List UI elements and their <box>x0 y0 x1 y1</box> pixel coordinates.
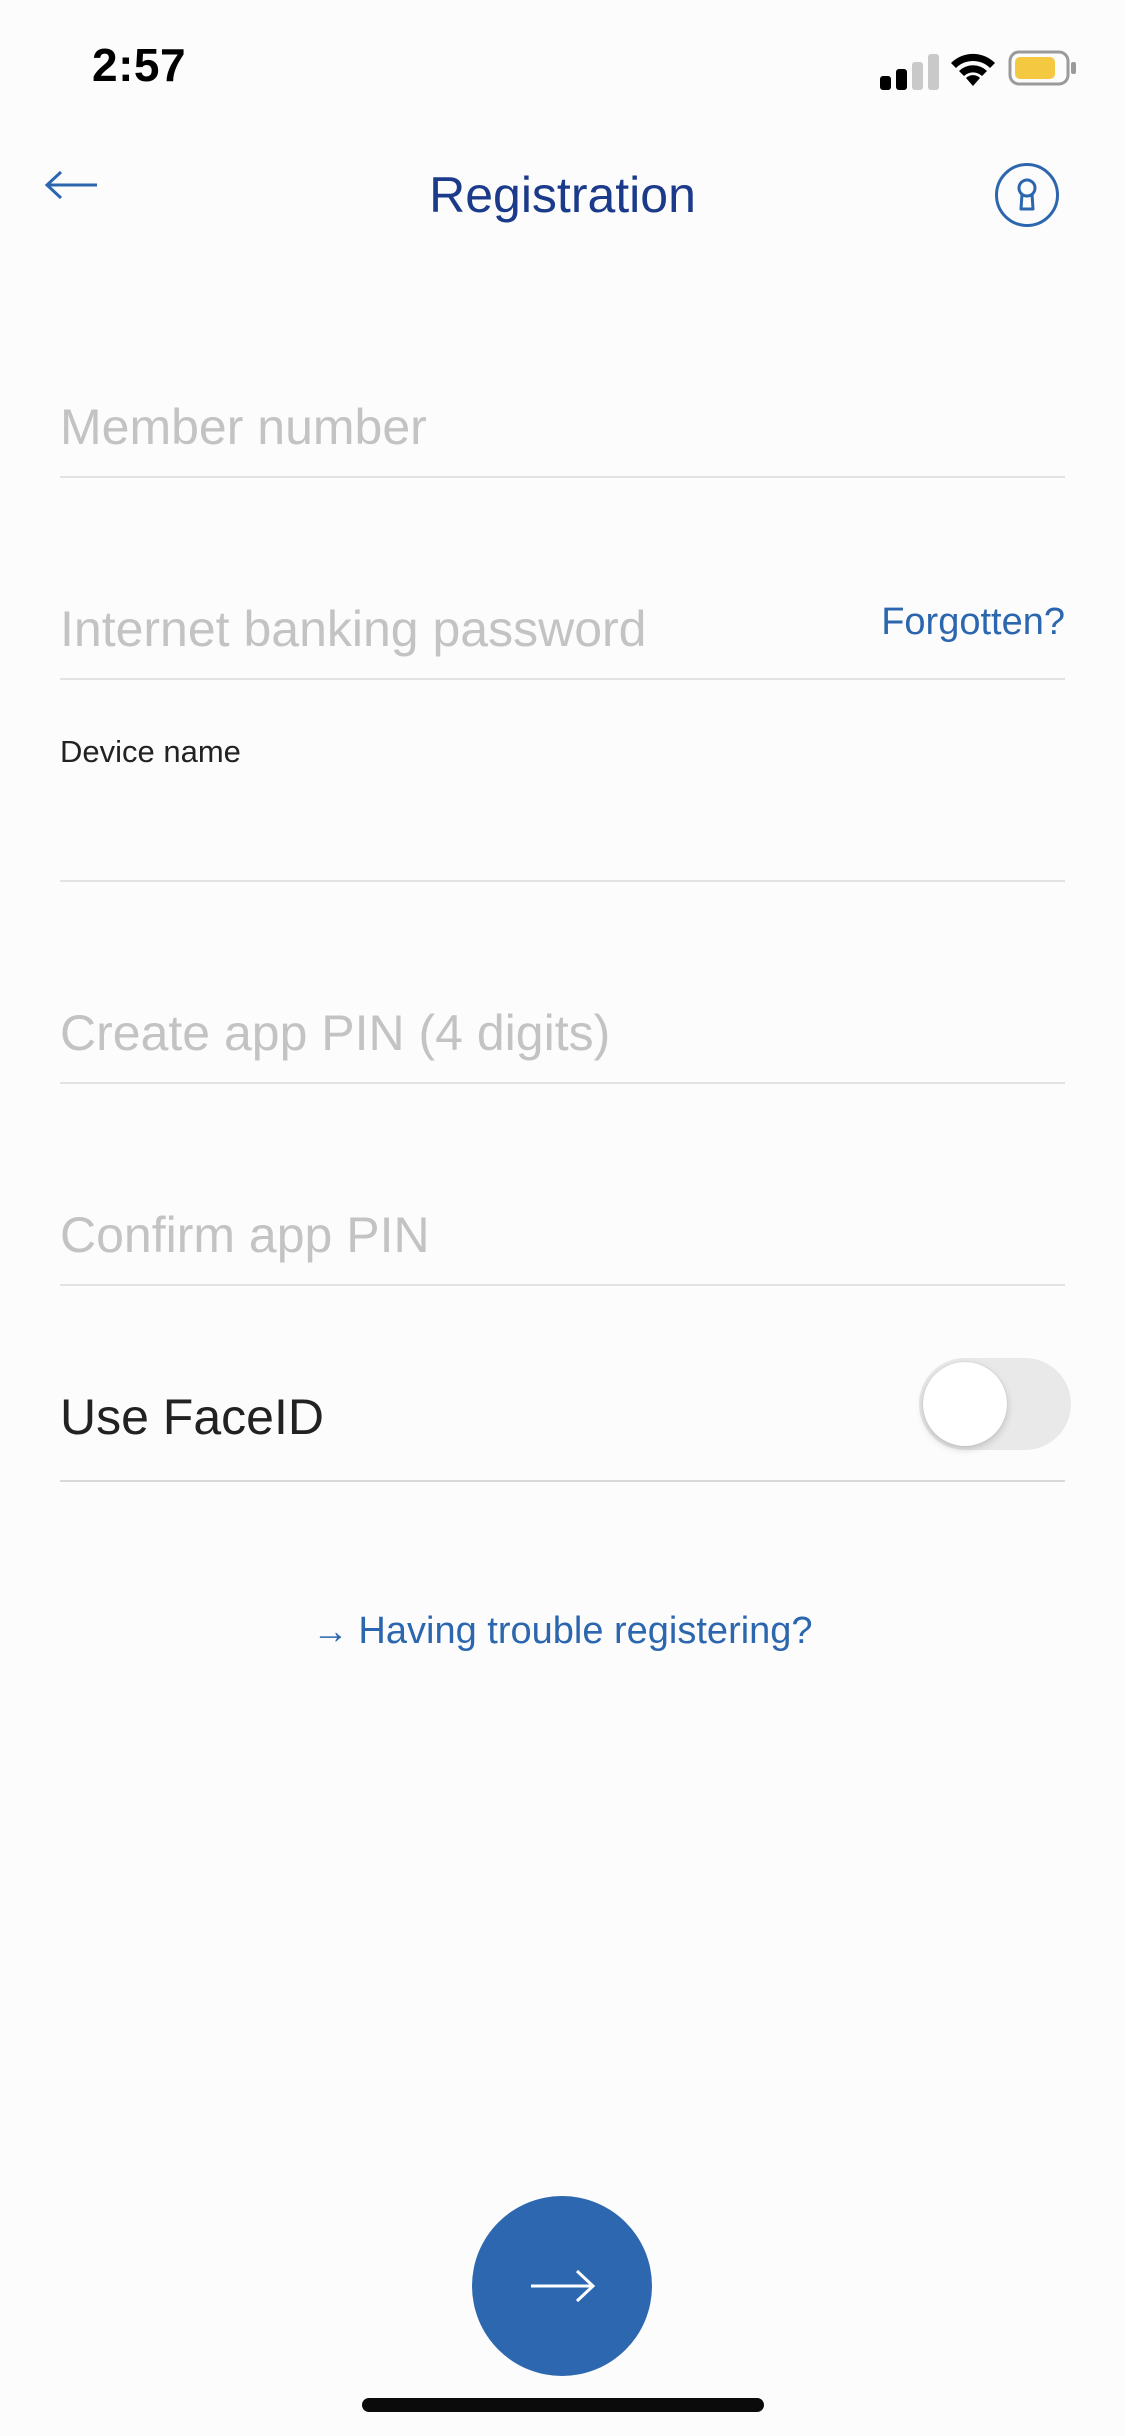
faceid-toggle[interactable] <box>919 1358 1071 1450</box>
forgotten-password-link[interactable]: Forgotten? <box>881 601 1065 644</box>
arrow-right-icon: → <box>312 1610 349 1651</box>
trouble-registering-link[interactable]: → Having trouble registering? <box>0 1610 1125 1653</box>
trouble-registering-label: Having trouble registering? <box>358 1610 813 1652</box>
faceid-row: Use FaceID <box>60 1352 1071 1482</box>
cellular-signal-icon <box>880 52 940 90</box>
faceid-label: Use FaceID <box>60 1389 324 1445</box>
arrow-right-icon <box>531 2269 596 2303</box>
next-button[interactable] <box>472 2196 652 2376</box>
create-pin-input[interactable] <box>60 1004 1065 1062</box>
device-name-label: Device name <box>60 734 241 769</box>
security-key-button[interactable] <box>995 163 1059 227</box>
confirm-pin-field[interactable] <box>60 1178 1065 1286</box>
battery-icon <box>1008 48 1078 88</box>
confirm-pin-input[interactable] <box>60 1206 1065 1264</box>
create-pin-field[interactable] <box>60 976 1065 1084</box>
keyhole-icon <box>1017 178 1037 211</box>
status-time: 2:57 <box>92 39 187 91</box>
member-number-field[interactable] <box>60 370 1065 478</box>
device-name-field[interactable]: Device name <box>60 734 1065 882</box>
member-number-input[interactable] <box>60 398 1065 456</box>
page-title: Registration <box>429 167 696 223</box>
home-indicator <box>362 2398 764 2412</box>
device-name-input[interactable] <box>60 802 1065 860</box>
toggle-knob <box>923 1362 1007 1446</box>
password-input[interactable] <box>60 600 840 658</box>
password-field[interactable]: Forgotten? <box>60 572 1065 680</box>
wifi-icon <box>947 48 999 88</box>
